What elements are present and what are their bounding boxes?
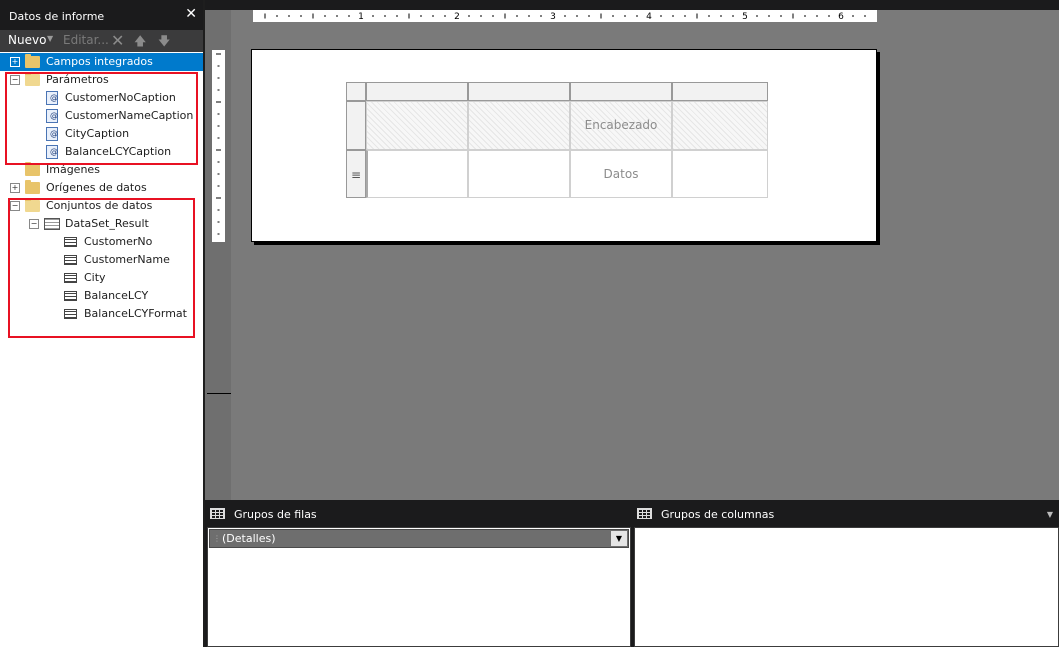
panel-toolbar: Nuevo ▼ Editar... ✕ 🡅 🡇 [0, 30, 203, 52]
move-down-icon[interactable]: 🡇 [158, 32, 170, 53]
details-group-label: (Detalles) [222, 532, 276, 545]
tablix[interactable]: ≡ Encabezado Datos [346, 82, 768, 198]
row-groups-icon [210, 508, 225, 519]
report-design-surface: 1 2 3 4 5 6 ≡ Encabezado Datos [205, 0, 1059, 500]
highlight-datasets [8, 198, 195, 338]
column-handle[interactable] [672, 82, 768, 101]
delete-icon[interactable]: ✕ [111, 31, 124, 50]
table-cell[interactable] [366, 101, 468, 150]
report-data-panel: Datos de informe ✕ Nuevo ▼ Editar... ✕ 🡅… [0, 0, 203, 647]
tree-item-data-sources[interactable]: + Orígenes de datos [0, 179, 203, 197]
row-groups-list: ⋮ (Detalles) ▼ [207, 527, 631, 647]
table-cell[interactable] [468, 101, 570, 150]
ruler-number: 4 [646, 12, 652, 22]
new-button[interactable]: Nuevo [8, 33, 46, 47]
panel-title: Datos de informe [9, 10, 105, 23]
ruler-number: 2 [454, 12, 460, 22]
column-groups-list [634, 527, 1059, 647]
tree-item-builtin-fields[interactable]: + Campos integrados [0, 53, 203, 71]
header-cell-text: Encabezado [584, 118, 658, 132]
highlight-parameters [5, 72, 198, 165]
dropdown-arrow-icon[interactable]: ▼ [611, 531, 627, 546]
column-handle[interactable] [570, 82, 672, 101]
ruler-number: 3 [550, 12, 556, 22]
column-groups-icon [637, 508, 652, 519]
close-icon[interactable]: ✕ [185, 6, 197, 22]
chevron-down-icon[interactable]: ▼ [1047, 510, 1053, 519]
folder-icon [25, 54, 40, 68]
edit-button[interactable]: Editar... [63, 33, 109, 47]
folder-icon [25, 162, 40, 176]
drag-handle-icon[interactable]: ⋮ [213, 530, 221, 547]
details-group-item[interactable]: ⋮ (Detalles) ▼ [209, 529, 629, 548]
horizontal-ruler: 1 2 3 4 5 6 [253, 10, 877, 22]
ruler-marker [207, 393, 231, 394]
expand-icon[interactable]: + [10, 57, 20, 67]
table-cell[interactable] [366, 150, 468, 198]
folder-icon [25, 180, 40, 194]
tree-item-label: Campos integrados [46, 55, 153, 68]
row-handle[interactable] [346, 101, 366, 150]
table-cell[interactable] [468, 150, 570, 198]
details-row-handle[interactable]: ≡ [346, 150, 366, 198]
column-handle[interactable] [468, 82, 570, 101]
ruler-number: 5 [742, 12, 748, 22]
vertical-ruler [212, 50, 225, 242]
column-handle[interactable] [366, 82, 468, 101]
new-dropdown-icon[interactable]: ▼ [47, 34, 53, 43]
panel-header: Datos de informe ✕ [0, 0, 203, 30]
grouping-pane: Grupos de filas Grupos de columnas ▼ ⋮ (… [205, 500, 1059, 647]
data-cell[interactable]: Datos [570, 150, 672, 198]
header-cell[interactable]: Encabezado [570, 101, 672, 150]
table-cell[interactable] [672, 150, 768, 198]
report-page[interactable]: ≡ Encabezado Datos [251, 49, 877, 242]
table-cell[interactable] [672, 101, 768, 150]
ruler-strip [205, 0, 1059, 10]
tablix-corner-handle[interactable] [346, 82, 366, 101]
tree-item-label: Orígenes de datos [46, 181, 147, 194]
ruler-number: 1 [358, 12, 364, 22]
data-cell-text: Datos [603, 167, 639, 181]
ruler-number: 6 [838, 12, 844, 22]
move-up-icon[interactable]: 🡅 [134, 32, 146, 53]
column-groups-title: Grupos de columnas [661, 508, 775, 521]
expand-icon[interactable]: + [10, 183, 20, 193]
row-groups-title: Grupos de filas [234, 508, 317, 521]
details-group-icon: ≡ [350, 168, 362, 182]
